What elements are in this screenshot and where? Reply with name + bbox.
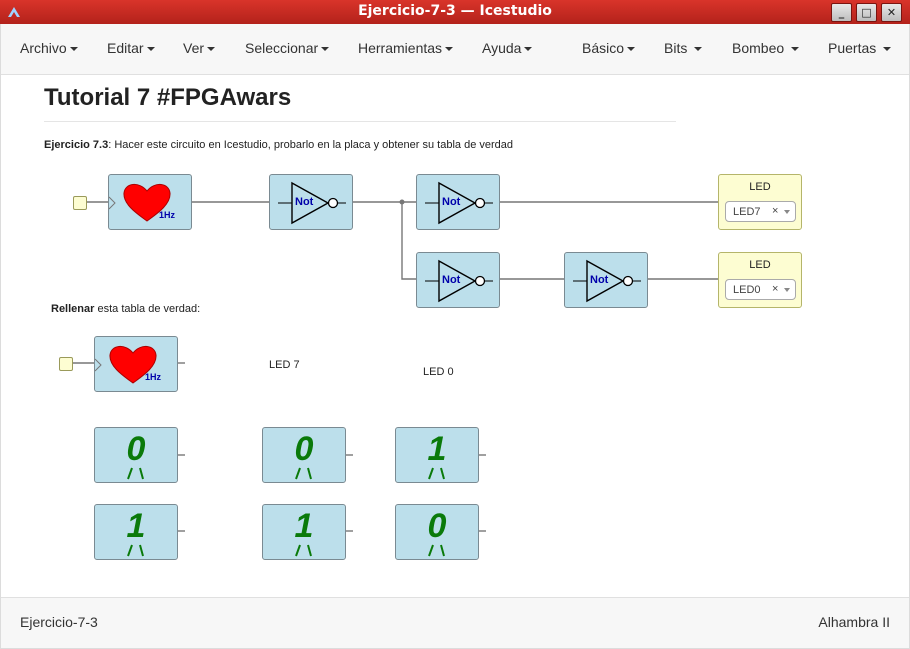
led-title: LED	[749, 259, 771, 271]
bit-legs-icon	[127, 544, 144, 557]
dropdown-arrow-icon[interactable]	[784, 210, 790, 214]
constant-bit-block[interactable]: 0	[94, 427, 178, 483]
title-divider	[44, 121, 676, 122]
pin-value: LED0	[733, 284, 761, 296]
not-gate-block[interactable]: Not	[416, 252, 500, 308]
dropdown-arrow-icon[interactable]	[784, 288, 790, 292]
exercise-label: Ejercicio 7.3	[44, 139, 109, 151]
input-port[interactable]	[73, 196, 87, 210]
project-name: Ejercicio-7-3	[20, 614, 98, 630]
fill-text: esta tabla de verdad:	[94, 303, 201, 315]
clear-icon[interactable]: ×	[772, 205, 778, 217]
clock-freq-label: 1Hz	[159, 210, 176, 220]
constant-bit-block[interactable]: 1	[262, 504, 346, 560]
bit-legs-icon	[127, 467, 144, 480]
pin-value: LED7	[733, 206, 761, 218]
fill-instructions: Rellenar esta tabla de verdad:	[51, 303, 200, 315]
constant-bit-block[interactable]: 0	[262, 427, 346, 483]
constant-bit-block[interactable]: 1	[94, 504, 178, 560]
heart-icon	[95, 346, 157, 384]
constant-bit-block[interactable]: 0	[395, 504, 479, 560]
led7-output-block[interactable]: LED LED7 ×	[718, 174, 802, 230]
not-gate-block[interactable]: Not	[564, 252, 648, 308]
column-header-led7: LED 7	[269, 359, 300, 371]
not-gate-block[interactable]: Not	[269, 174, 353, 230]
clock-freq-label: 1Hz	[145, 372, 162, 382]
not-gate-label: Not	[442, 196, 461, 208]
exercise-description: Ejercicio 7.3: Hacer este circuito en Ic…	[44, 139, 513, 151]
fill-label: Rellenar	[51, 303, 95, 315]
led0-pin-select[interactable]: LED0 ×	[725, 279, 796, 300]
not-gate-label: Not	[442, 274, 461, 286]
led7-pin-select[interactable]: LED7 ×	[725, 201, 796, 222]
clock-heart-block[interactable]: 1Hz	[108, 174, 192, 230]
column-header-led0: LED 0	[423, 366, 454, 378]
not-gate-label: Not	[295, 196, 314, 208]
status-bar: Ejercicio-7-3 Alhambra II	[1, 597, 909, 648]
board-name[interactable]: Alhambra II	[818, 614, 890, 630]
bit-legs-icon	[428, 467, 445, 480]
exercise-text: : Hacer este circuito en Icestudio, prob…	[108, 139, 514, 151]
bit-legs-icon	[295, 544, 312, 557]
not-gate-label: Not	[590, 274, 609, 286]
led-title: LED	[749, 181, 771, 193]
clock-heart-block[interactable]: 1Hz	[94, 336, 178, 392]
heart-icon	[109, 184, 171, 222]
led0-output-block[interactable]: LED LED0 ×	[718, 252, 802, 308]
input-port[interactable]	[59, 357, 73, 371]
not-gate-block[interactable]: Not	[416, 174, 500, 230]
clear-icon[interactable]: ×	[772, 283, 778, 295]
bit-legs-icon	[295, 467, 312, 480]
bit-legs-icon	[428, 544, 445, 557]
constant-bit-block[interactable]: 1	[395, 427, 479, 483]
page-title: Tutorial 7 #FPGAwars	[44, 84, 292, 111]
